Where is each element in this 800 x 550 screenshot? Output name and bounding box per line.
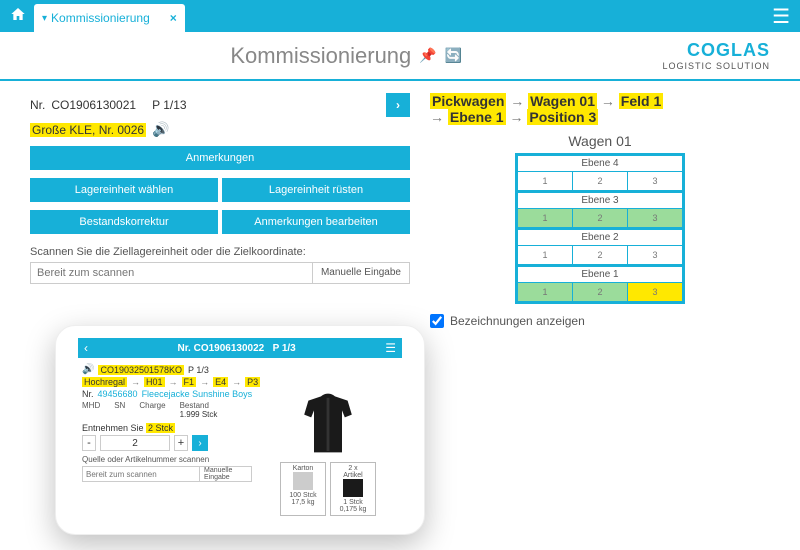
tablet-artnr-label: Nr. (82, 389, 94, 399)
tablet-artnr[interactable]: 49456680 (98, 389, 138, 399)
wagon-slot[interactable]: 2 (573, 172, 628, 190)
pin-icon[interactable]: 📌 (419, 47, 436, 64)
tablet-artname[interactable]: Fleecejacke Sunshine Boys (142, 389, 253, 399)
lagereinheit-waehlen-button[interactable]: Lagereinheit wählen (30, 178, 218, 202)
show-labels-input[interactable] (430, 314, 444, 328)
left-panel: Nr. CO1906130021 P 1/13 › Große KLE, Nr.… (30, 93, 410, 328)
wagon-slot[interactable]: 2 (573, 209, 628, 227)
page-title-group: Kommissionierung 📌 🔄 (230, 43, 462, 69)
tablet-loc-id: CO19032501578KO (98, 365, 184, 375)
tablet-take-prefix: Entnehmen Sie (82, 423, 146, 433)
scan-input-group: Manuelle Eingabe (30, 262, 410, 284)
tablet-scan-input[interactable] (83, 467, 199, 481)
show-labels-checkbox[interactable]: Bezeichnungen anzeigen (430, 314, 770, 328)
tablet-breadcrumb: Hochregal → H01 → F1 → E4 → P3 (82, 377, 398, 387)
doc-page: P 1/13 (152, 98, 186, 112)
doc-nr-value: CO1906130021 (51, 98, 136, 112)
wagon-slot[interactable]: 2 (573, 283, 628, 301)
home-icon[interactable] (10, 6, 26, 27)
ebene-label: Ebene 4 (518, 156, 682, 171)
tablet-volume-icon[interactable]: 🔊 (82, 364, 94, 375)
ebene-label: Ebene 1 (518, 267, 682, 282)
tab-kommissionierung[interactable]: ▾ Kommissionierung × (34, 4, 185, 32)
tablet-take-qty: 2 Stck (146, 423, 175, 433)
ebene-label: Ebene 3 (518, 193, 682, 208)
page-title: Kommissionierung (230, 43, 411, 69)
page-header: Kommissionierung 📌 🔄 COGLAS LOGISTIC SOL… (0, 32, 800, 81)
next-button[interactable]: › (386, 93, 410, 117)
wagon-slot[interactable]: 3 (628, 209, 682, 227)
wagon-slot[interactable]: 3 (628, 283, 682, 301)
wagon-slot[interactable]: 1 (518, 209, 573, 227)
menu-icon[interactable]: ☰ (772, 4, 790, 29)
refresh-icon[interactable]: 🔄 (445, 47, 462, 64)
wagon-slot[interactable]: 3 (628, 172, 682, 190)
scan-label: Scannen Sie die Ziellagereinheit oder di… (30, 246, 410, 258)
wagon-slot[interactable]: 1 (518, 283, 573, 301)
product-image (293, 388, 363, 458)
wagon-slot[interactable]: 1 (518, 246, 573, 264)
brand-logo: COGLAS LOGISTIC SOLUTION (662, 40, 770, 71)
caret-down-icon: ▾ (42, 13, 47, 24)
location-breadcrumb: Pickwagen → Wagen 01 → Feld 1 → Ebene 1 … (430, 93, 770, 125)
lagereinheit-ruesten-button[interactable]: Lagereinheit rüsten (222, 178, 410, 202)
tablet-scan-group: Manuelle Eingabe (82, 466, 252, 482)
ebene-label: Ebene 2 (518, 230, 682, 245)
wagon-slot[interactable]: 1 (518, 172, 573, 190)
brand-tagline: LOGISTIC SOLUTION (662, 61, 770, 71)
wagon-slot[interactable]: 3 (628, 246, 682, 264)
manual-input-button[interactable]: Manuelle Eingabe (312, 263, 409, 283)
anmerkungen-bearbeiten-button[interactable]: Anmerkungen bearbeiten (222, 210, 410, 234)
wagon-title: Wagen 01 (430, 133, 770, 149)
wagon-grid: Ebene 4123Ebene 3123Ebene 2123Ebene 1123 (515, 153, 685, 304)
tablet-loc-page: P 1/3 (188, 365, 209, 375)
tablet-title-page: P 1/3 (273, 343, 296, 354)
tablet-menu-icon[interactable]: ☰ (385, 341, 396, 355)
tab-close-icon[interactable]: × (170, 11, 177, 25)
box-icon (293, 472, 313, 490)
scan-input[interactable] (31, 263, 312, 283)
doc-highlight: Große KLE, Nr. 0026 (30, 123, 146, 137)
top-bar: ▾ Kommissionierung × ☰ (0, 0, 800, 32)
tab-label: Kommissionierung (51, 11, 150, 25)
qty-plus-button[interactable]: + (174, 435, 188, 451)
tablet-manual-button[interactable]: Manuelle Eingabe (199, 467, 251, 481)
tablet-top-bar: ‹ Nr. CO1906130022 P 1/3 ☰ (78, 338, 402, 358)
volume-icon[interactable]: 🔊 (152, 121, 169, 138)
anmerkungen-button[interactable]: Anmerkungen (30, 146, 410, 170)
qty-minus-button[interactable]: - (82, 435, 96, 451)
tablet-title-nr: Nr. CO1906130022 (177, 343, 264, 354)
bestandskorrektur-button[interactable]: Bestandskorrektur (30, 210, 218, 234)
tablet-preview: ‹ Nr. CO1906130022 P 1/3 ☰ 🔊 CO190325015… (55, 325, 425, 535)
article-icon (343, 479, 363, 497)
right-panel: Pickwagen → Wagen 01 → Feld 1 → Ebene 1 … (430, 93, 770, 328)
brand-name: COGLAS (662, 40, 770, 61)
card-artikel[interactable]: 2 x Artikel 1 Stck 0,175 kg (330, 462, 376, 516)
qty-confirm-button[interactable]: › (192, 435, 208, 451)
wagon-slot[interactable]: 2 (573, 246, 628, 264)
doc-nr-label: Nr. (30, 98, 45, 112)
card-karton[interactable]: Karton 100 Stck 17,5 kg (280, 462, 326, 516)
product-area: Karton 100 Stck 17,5 kg 2 x Artikel 1 St… (280, 388, 376, 516)
back-icon[interactable]: ‹ (84, 341, 88, 355)
qty-value[interactable]: 2 (100, 435, 170, 451)
